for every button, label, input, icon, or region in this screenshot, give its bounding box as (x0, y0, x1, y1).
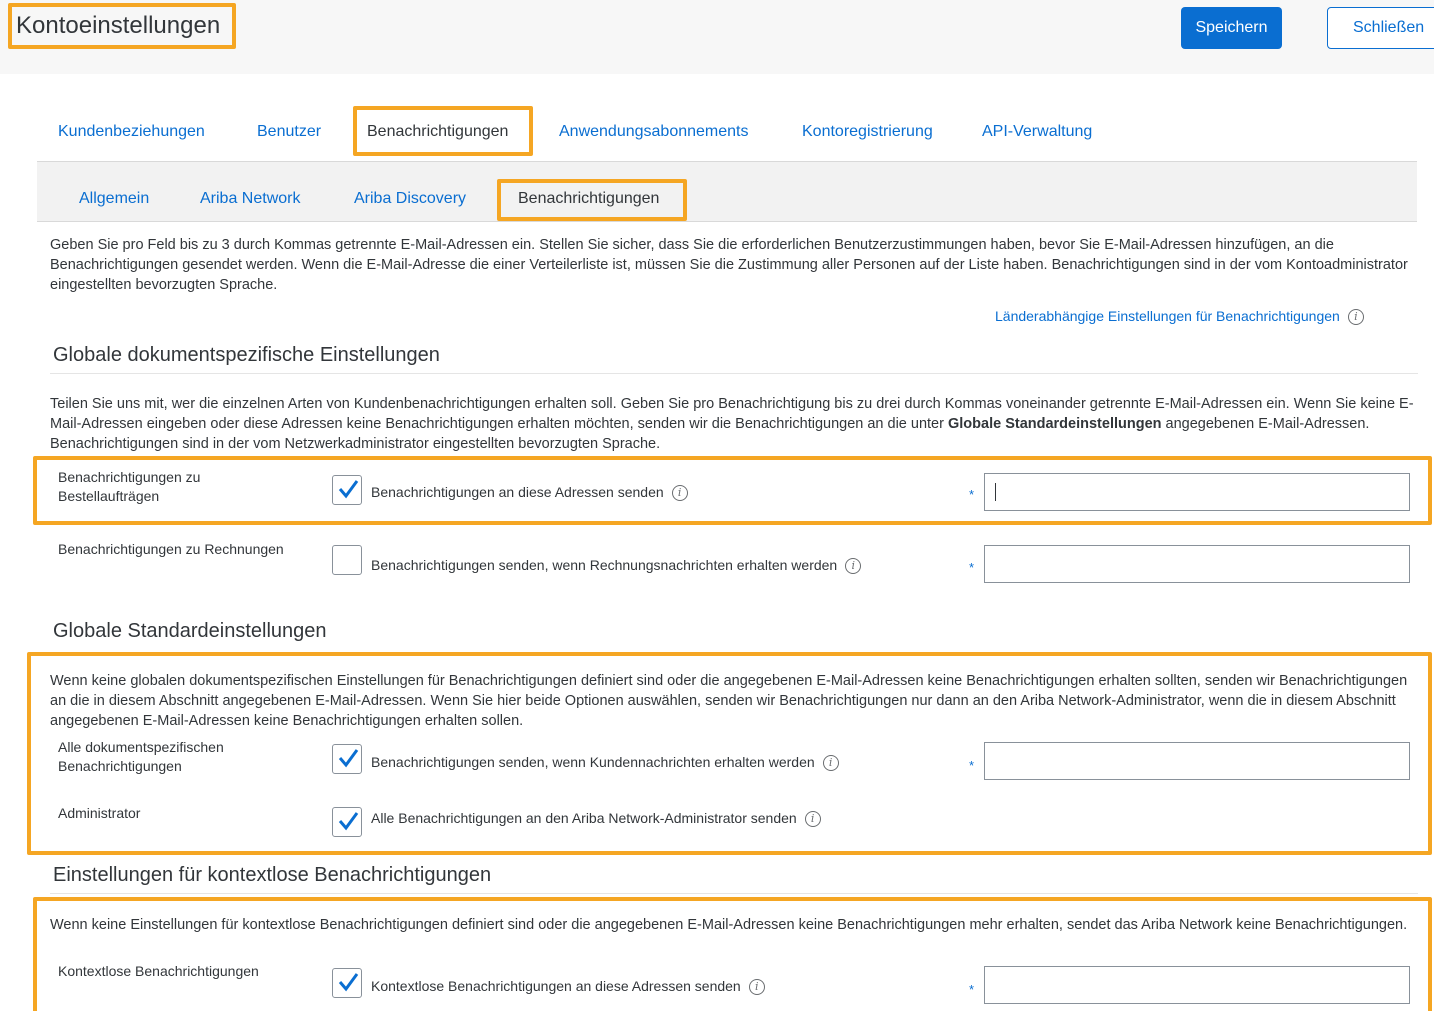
checkbox-all-doc-notifications[interactable] (332, 744, 362, 774)
save-button[interactable]: Speichern (1181, 7, 1282, 49)
checkbox-label-contextless: Kontextlose Benachrichtigungen an diese … (371, 978, 765, 996)
section-desc-global-default: Wenn keine globalen dokumentspezifischen… (50, 673, 1408, 729)
section-title-global-doc: Globale dokumentspezifische Einstellunge… (53, 344, 440, 366)
section-divider (50, 373, 1418, 374)
checkmark-icon (338, 480, 359, 499)
email-input-invoices[interactable] (984, 545, 1410, 583)
tab-api-verwaltung[interactable]: API-Verwaltung (982, 123, 1092, 141)
sub-tab-bar: Allgemein Ariba Network Ariba Discovery … (37, 162, 1417, 222)
email-input-contextless[interactable] (984, 966, 1410, 1004)
main-tab-bar: Kundenbeziehungen Benutzer Benachrichtig… (37, 110, 1417, 162)
section-title-contextless: Einstellungen für kontextlose Benachrich… (53, 864, 492, 886)
top-bar: Kontoeinstellungen Speichern Schließen (0, 0, 1434, 74)
required-marker: * (969, 758, 975, 773)
info-icon[interactable]: i (748, 979, 765, 996)
checkbox-invoices[interactable] (332, 545, 362, 575)
checkbox-text: Alle Benachrichtigungen an den Ariba Net… (371, 810, 797, 826)
subtab-benachrichtigungen[interactable]: Benachrichtigungen (518, 190, 659, 208)
text-cursor (995, 483, 996, 501)
section-desc-contextless: Wenn keine Einstellungen für kontextlose… (50, 917, 1408, 933)
checkbox-purchase-orders[interactable] (332, 475, 362, 505)
section-divider (50, 893, 1418, 894)
section-title-global-default: Globale Standardeinstellungen (53, 620, 327, 642)
row-label-all-doc-notifications: Alle dokumentspezifischen Benachrichtigu… (58, 739, 224, 774)
checkbox-text: Kontextlose Benachrichtigungen an diese … (371, 978, 741, 994)
info-icon[interactable]: i (804, 811, 821, 828)
required-marker: * (969, 982, 975, 997)
checkbox-label-all-doc-notifications: Benachrichtigungen senden, wenn Kundenna… (371, 754, 839, 772)
intro-text: Geben Sie pro Feld bis zu 3 durch Kommas… (50, 237, 1408, 293)
info-icon[interactable]: i (845, 558, 862, 575)
checkmark-icon (338, 812, 359, 831)
section-desc-global-doc: Teilen Sie uns mit, wer die einzelnen Ar… (50, 394, 1420, 454)
tab-benachrichtigungen[interactable]: Benachrichtigungen (367, 123, 508, 141)
row-label-administrator: Administrator (58, 805, 141, 821)
checkbox-text: Benachrichtigungen senden, wenn Rechnung… (371, 557, 838, 573)
tab-kontoregistrierung[interactable]: Kontoregistrierung (802, 123, 933, 141)
row-label-contextless: Kontextlose Benachrichtigungen (58, 963, 259, 979)
row-label-invoices: Benachrichtigungen zu Rechnungen (58, 541, 284, 557)
info-icon[interactable]: i (671, 485, 688, 502)
subtab-allgemein[interactable]: Allgemein (79, 190, 149, 208)
required-marker: * (969, 487, 975, 502)
required-marker: * (969, 560, 975, 575)
tab-anwendungsabonnements[interactable]: Anwendungsabonnements (559, 123, 748, 141)
checkbox-text: Benachrichtigungen an diese Adressen sen… (371, 484, 664, 500)
checkbox-administrator[interactable] (332, 807, 362, 837)
checkmark-icon (338, 749, 359, 768)
country-settings-link-label[interactable]: Länderabhängige Einstellungen für Benach… (995, 308, 1340, 324)
tab-kundenbeziehungen[interactable]: Kundenbeziehungen (58, 123, 205, 141)
email-input-all-doc-notifications[interactable] (984, 742, 1410, 780)
row-label-purchase-orders: Benachrichtigungen zu Bestellaufträgen (58, 469, 201, 504)
subtab-ariba-discovery[interactable]: Ariba Discovery (354, 190, 466, 208)
checkbox-label-administrator: Alle Benachrichtigungen an den Ariba Net… (371, 810, 821, 828)
email-input-purchase-orders[interactable] (984, 473, 1410, 511)
page-title: Kontoeinstellungen (16, 12, 221, 39)
desc-bold-text: Globale Standardeinstellungen (947, 416, 1162, 432)
close-button[interactable]: Schließen (1327, 7, 1434, 49)
info-icon[interactable]: i (822, 755, 839, 772)
checkmark-icon (338, 973, 359, 992)
country-settings-link[interactable]: Länderabhängige Einstellungen für Benach… (995, 308, 1364, 326)
checkbox-label-invoices: Benachrichtigungen senden, wenn Rechnung… (371, 557, 862, 575)
info-icon[interactable]: i (1347, 309, 1364, 326)
checkbox-label-purchase-orders: Benachrichtigungen an diese Adressen sen… (371, 484, 688, 502)
tab-benutzer[interactable]: Benutzer (257, 123, 321, 141)
checkbox-contextless[interactable] (332, 968, 362, 998)
checkbox-text: Benachrichtigungen senden, wenn Kundenna… (371, 754, 815, 770)
subtab-ariba-network[interactable]: Ariba Network (200, 190, 300, 208)
